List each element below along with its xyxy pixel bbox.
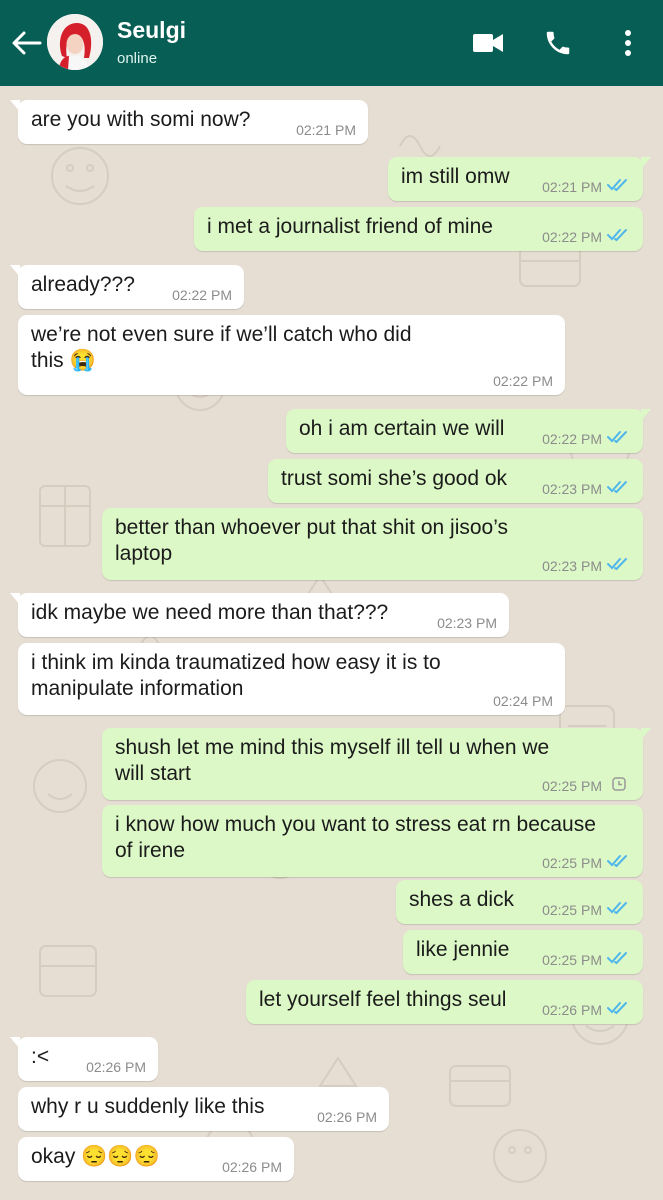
incoming-message[interactable]: are you with somi now? 02:21 PM [10, 100, 368, 144]
incoming-message[interactable]: okay 😔😔😔 02:26 PM [18, 1137, 294, 1181]
message-meta: 02:22 PM [493, 373, 553, 389]
message-time: 02:26 PM [222, 1159, 282, 1175]
message-text: okay 😔😔😔 [31, 1145, 160, 1168]
read-ticks-icon [607, 480, 631, 497]
phone-icon[interactable] [540, 25, 576, 61]
back-arrow-icon[interactable] [10, 28, 44, 58]
more-vertical-icon[interactable] [610, 25, 646, 61]
message-time: 02:22 PM [172, 287, 232, 303]
message-time: 02:23 PM [437, 615, 497, 631]
chat-header: Seulgi online [0, 0, 663, 86]
message-meta: 02:26 PM [86, 1059, 146, 1075]
message-meta: 02:22 PM [542, 430, 631, 447]
message-meta: 02:21 PM [296, 122, 356, 138]
incoming-message[interactable]: already??? 02:22 PM [10, 265, 244, 309]
message-time: 02:25 PM [542, 951, 602, 968]
message-meta: 02:26 PM [222, 1159, 282, 1175]
read-ticks-icon [607, 854, 631, 871]
outgoing-message[interactable]: better than whoever put that shit on jis… [102, 508, 643, 580]
message-meta: 02:23 PM [542, 480, 631, 497]
message-meta: 02:25 PM [542, 951, 631, 968]
message-time: 02:22 PM [493, 373, 553, 389]
message-text: oh i am certain we will [299, 417, 505, 440]
message-text: like jennie [416, 938, 510, 961]
message-text: better than whoever put that shit on jis… [115, 516, 509, 565]
bubble-tail [10, 100, 20, 112]
message-time: 02:22 PM [542, 430, 602, 447]
message-meta: 02:25 PM [542, 854, 631, 871]
message-text: shush let me mind this myself ill tell u… [115, 736, 550, 785]
message-time: 02:26 PM [542, 1001, 602, 1018]
outgoing-message[interactable]: trust somi she’s good ok 02:23 PM [268, 459, 643, 503]
incoming-message[interactable]: :< 02:26 PM [10, 1037, 158, 1081]
read-ticks-icon [607, 1001, 631, 1018]
message-text: we’re not even sure if we’ll catch who d… [31, 323, 412, 372]
read-ticks-icon [607, 951, 631, 968]
message-text: i know how much you want to stress eat r… [115, 813, 596, 862]
message-meta: 02:25 PM [542, 901, 631, 918]
contact-status: online [117, 50, 158, 67]
read-ticks-icon [607, 228, 631, 245]
message-time: 02:24 PM [493, 693, 553, 709]
message-time: 02:26 PM [86, 1059, 146, 1075]
bubble-tail [10, 1037, 20, 1049]
read-ticks-icon [607, 901, 631, 918]
contact-name[interactable]: Seulgi [117, 17, 186, 44]
message-text: :< [31, 1045, 50, 1068]
message-time: 02:21 PM [542, 178, 602, 195]
outgoing-message[interactable]: let yourself feel things seul 02:26 PM [246, 980, 643, 1024]
incoming-message[interactable]: i think im kinda traumatized how easy it… [18, 643, 565, 715]
outgoing-message[interactable]: shush let me mind this myself ill tell u… [102, 728, 651, 800]
message-text: already??? [31, 273, 135, 296]
message-meta: 02:22 PM [542, 228, 631, 245]
bubble-tail [641, 157, 651, 169]
message-text: i met a journalist friend of mine [207, 215, 493, 238]
read-ticks-icon [607, 557, 631, 574]
incoming-message[interactable]: we’re not even sure if we’ll catch who d… [18, 315, 565, 395]
message-time: 02:23 PM [542, 480, 602, 497]
pending-clock-icon [607, 777, 631, 794]
message-meta: 02:23 PM [437, 615, 497, 631]
read-ticks-icon [607, 430, 631, 447]
message-time: 02:26 PM [317, 1109, 377, 1125]
message-text: im still omw [401, 165, 510, 188]
outgoing-message[interactable]: shes a dick 02:25 PM [396, 880, 643, 924]
bubble-tail [641, 728, 651, 740]
message-meta: 02:22 PM [172, 287, 232, 303]
outgoing-message[interactable]: oh i am certain we will 02:22 PM [286, 409, 651, 453]
message-text: i think im kinda traumatized how easy it… [31, 651, 441, 700]
message-text: are you with somi now? [31, 108, 251, 131]
read-ticks-icon [607, 178, 631, 195]
bubble-tail [10, 593, 20, 605]
bubble-tail [641, 409, 651, 421]
message-meta: 02:26 PM [317, 1109, 377, 1125]
message-text: trust somi she’s good ok [281, 467, 508, 490]
message-meta: 02:25 PM [542, 777, 631, 794]
incoming-message[interactable]: idk maybe we need more than that??? 02:23… [10, 593, 509, 637]
message-text: why r u suddenly like this [31, 1095, 265, 1118]
message-text: idk maybe we need more than that??? [31, 601, 389, 624]
message-time: 02:25 PM [542, 854, 602, 871]
message-time: 02:23 PM [542, 557, 602, 574]
message-time: 02:25 PM [542, 901, 602, 918]
outgoing-message[interactable]: im still omw 02:21 PM [388, 157, 651, 201]
message-time: 02:25 PM [542, 777, 602, 794]
bubble-tail [10, 265, 20, 277]
message-text: let yourself feel things seul [259, 988, 507, 1011]
avatar[interactable] [47, 14, 103, 70]
message-meta: 02:23 PM [542, 557, 631, 574]
incoming-message[interactable]: why r u suddenly like this 02:26 PM [18, 1087, 389, 1131]
outgoing-message[interactable]: like jennie 02:25 PM [403, 930, 643, 974]
message-time: 02:22 PM [542, 228, 602, 245]
outgoing-message[interactable]: i met a journalist friend of mine 02:22 P… [194, 207, 643, 251]
outgoing-message[interactable]: i know how much you want to stress eat r… [102, 805, 643, 877]
message-meta: 02:21 PM [542, 178, 631, 195]
video-call-icon[interactable] [470, 25, 506, 61]
message-text: shes a dick [409, 888, 515, 911]
message-meta: 02:24 PM [493, 693, 553, 709]
message-meta: 02:26 PM [542, 1001, 631, 1018]
message-time: 02:21 PM [296, 122, 356, 138]
